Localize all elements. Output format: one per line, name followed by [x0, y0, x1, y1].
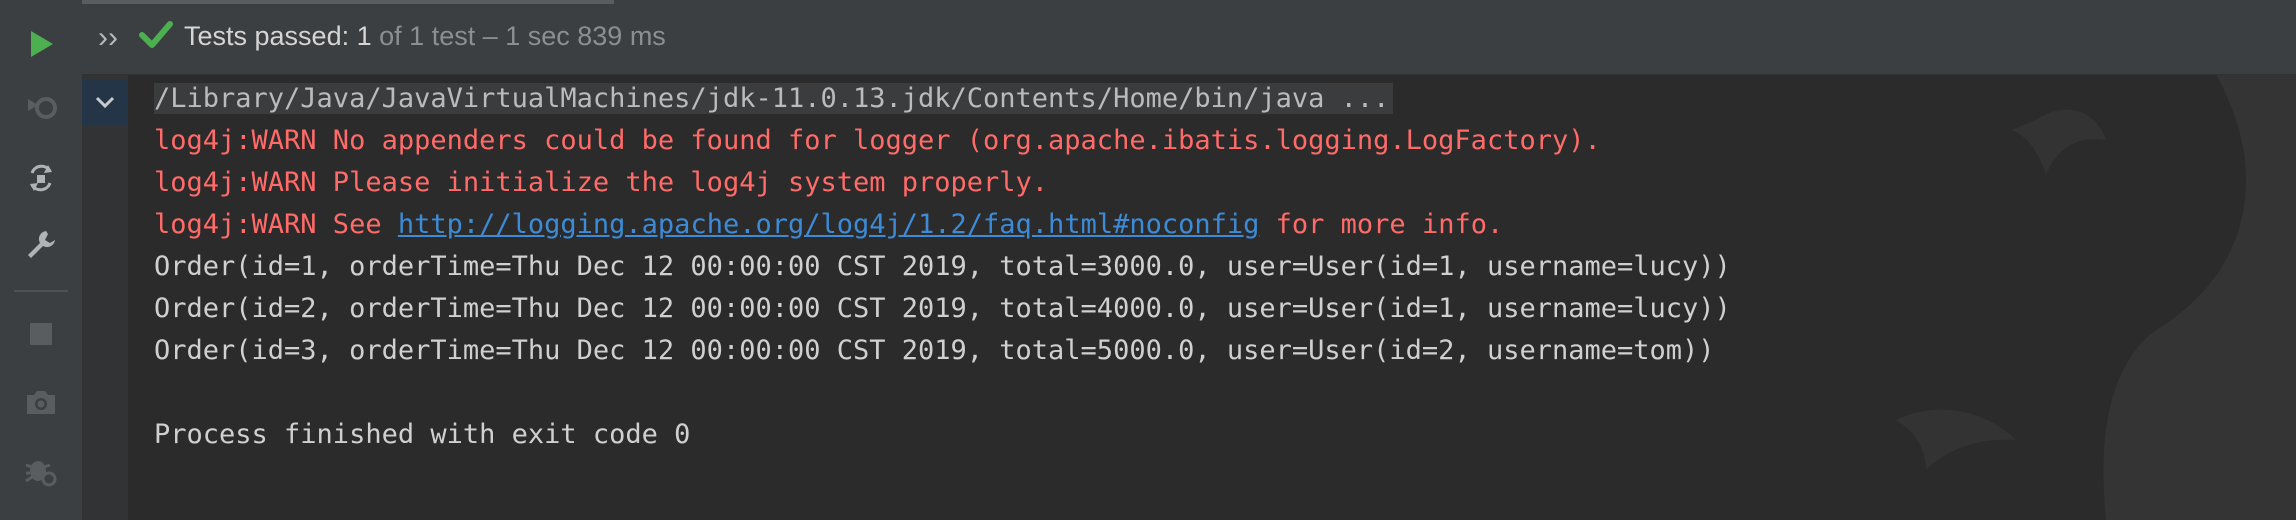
run-button[interactable]: [19, 22, 63, 66]
console-output-line: Order(id=3, orderTime=Thu Dec 12 00:00:0…: [154, 335, 1715, 366]
console-warn-line: log4j:WARN Please initialize the log4j s…: [154, 167, 1049, 198]
process-exit-line: Process finished with exit code 0: [154, 419, 691, 450]
tests-duration: of 1 test – 1 sec 839 ms: [379, 21, 666, 51]
console-command-line: /Library/Java/JavaVirtualMachines/jdk-11…: [154, 78, 2296, 120]
wrench-icon: [28, 231, 55, 258]
settings-button[interactable]: [19, 222, 63, 266]
log4j-faq-link[interactable]: http://logging.apache.org/log4j/1.2/faq.…: [398, 209, 1260, 240]
toolbar-separator: [14, 290, 68, 292]
console-output-line: Order(id=2, orderTime=Thu Dec 12 00:00:0…: [154, 293, 1731, 324]
console-warn-line: log4j:WARN No appenders could be found f…: [154, 125, 1601, 156]
toggle-auto-test-button[interactable]: [19, 156, 63, 200]
stop-icon: [30, 323, 52, 345]
camera-icon: [27, 391, 55, 414]
console-warn-line: log4j:WARN See http://logging.apache.org…: [154, 204, 2296, 246]
warn-prefix: log4j:WARN See: [154, 209, 398, 240]
warn-suffix: for more info.: [1259, 209, 1504, 240]
debug-settings-button[interactable]: [19, 448, 63, 492]
screenshot-button[interactable]: [19, 380, 63, 424]
chevron-down-icon: [95, 96, 115, 109]
toggle-auto-test-icon: [30, 164, 52, 192]
debug-gear-icon: [25, 461, 57, 487]
console-gutter: [82, 75, 128, 520]
stop-button[interactable]: [19, 312, 63, 356]
test-progress-line: [82, 0, 614, 4]
test-status-bar: ›› Tests passed: 1 of 1 test – 1 sec 839…: [82, 0, 2296, 75]
double-chevron-right-icon: ››: [98, 21, 118, 54]
rerun-failed-icon: [28, 97, 57, 119]
console-output-line: Order(id=1, orderTime=Thu Dec 12 00:00:0…: [154, 251, 1731, 282]
test-status-text: Tests passed: 1 of 1 test – 1 sec 839 ms: [184, 16, 666, 56]
command-text: /Library/Java/JavaVirtualMachines/jdk-11…: [154, 83, 1394, 114]
rerun-failed-button[interactable]: [19, 86, 63, 130]
tests-passed-count: 1: [356, 21, 372, 51]
tests-passed-label: Tests passed:: [184, 21, 350, 51]
check-icon: [139, 21, 173, 48]
test-runner-toolbar: [0, 0, 83, 520]
console-output[interactable]: /Library/Java/JavaVirtualMachines/jdk-11…: [154, 78, 2296, 520]
run-icon: [31, 31, 53, 57]
expand-tree-button[interactable]: ››: [90, 20, 126, 56]
fold-button[interactable]: [82, 79, 128, 125]
